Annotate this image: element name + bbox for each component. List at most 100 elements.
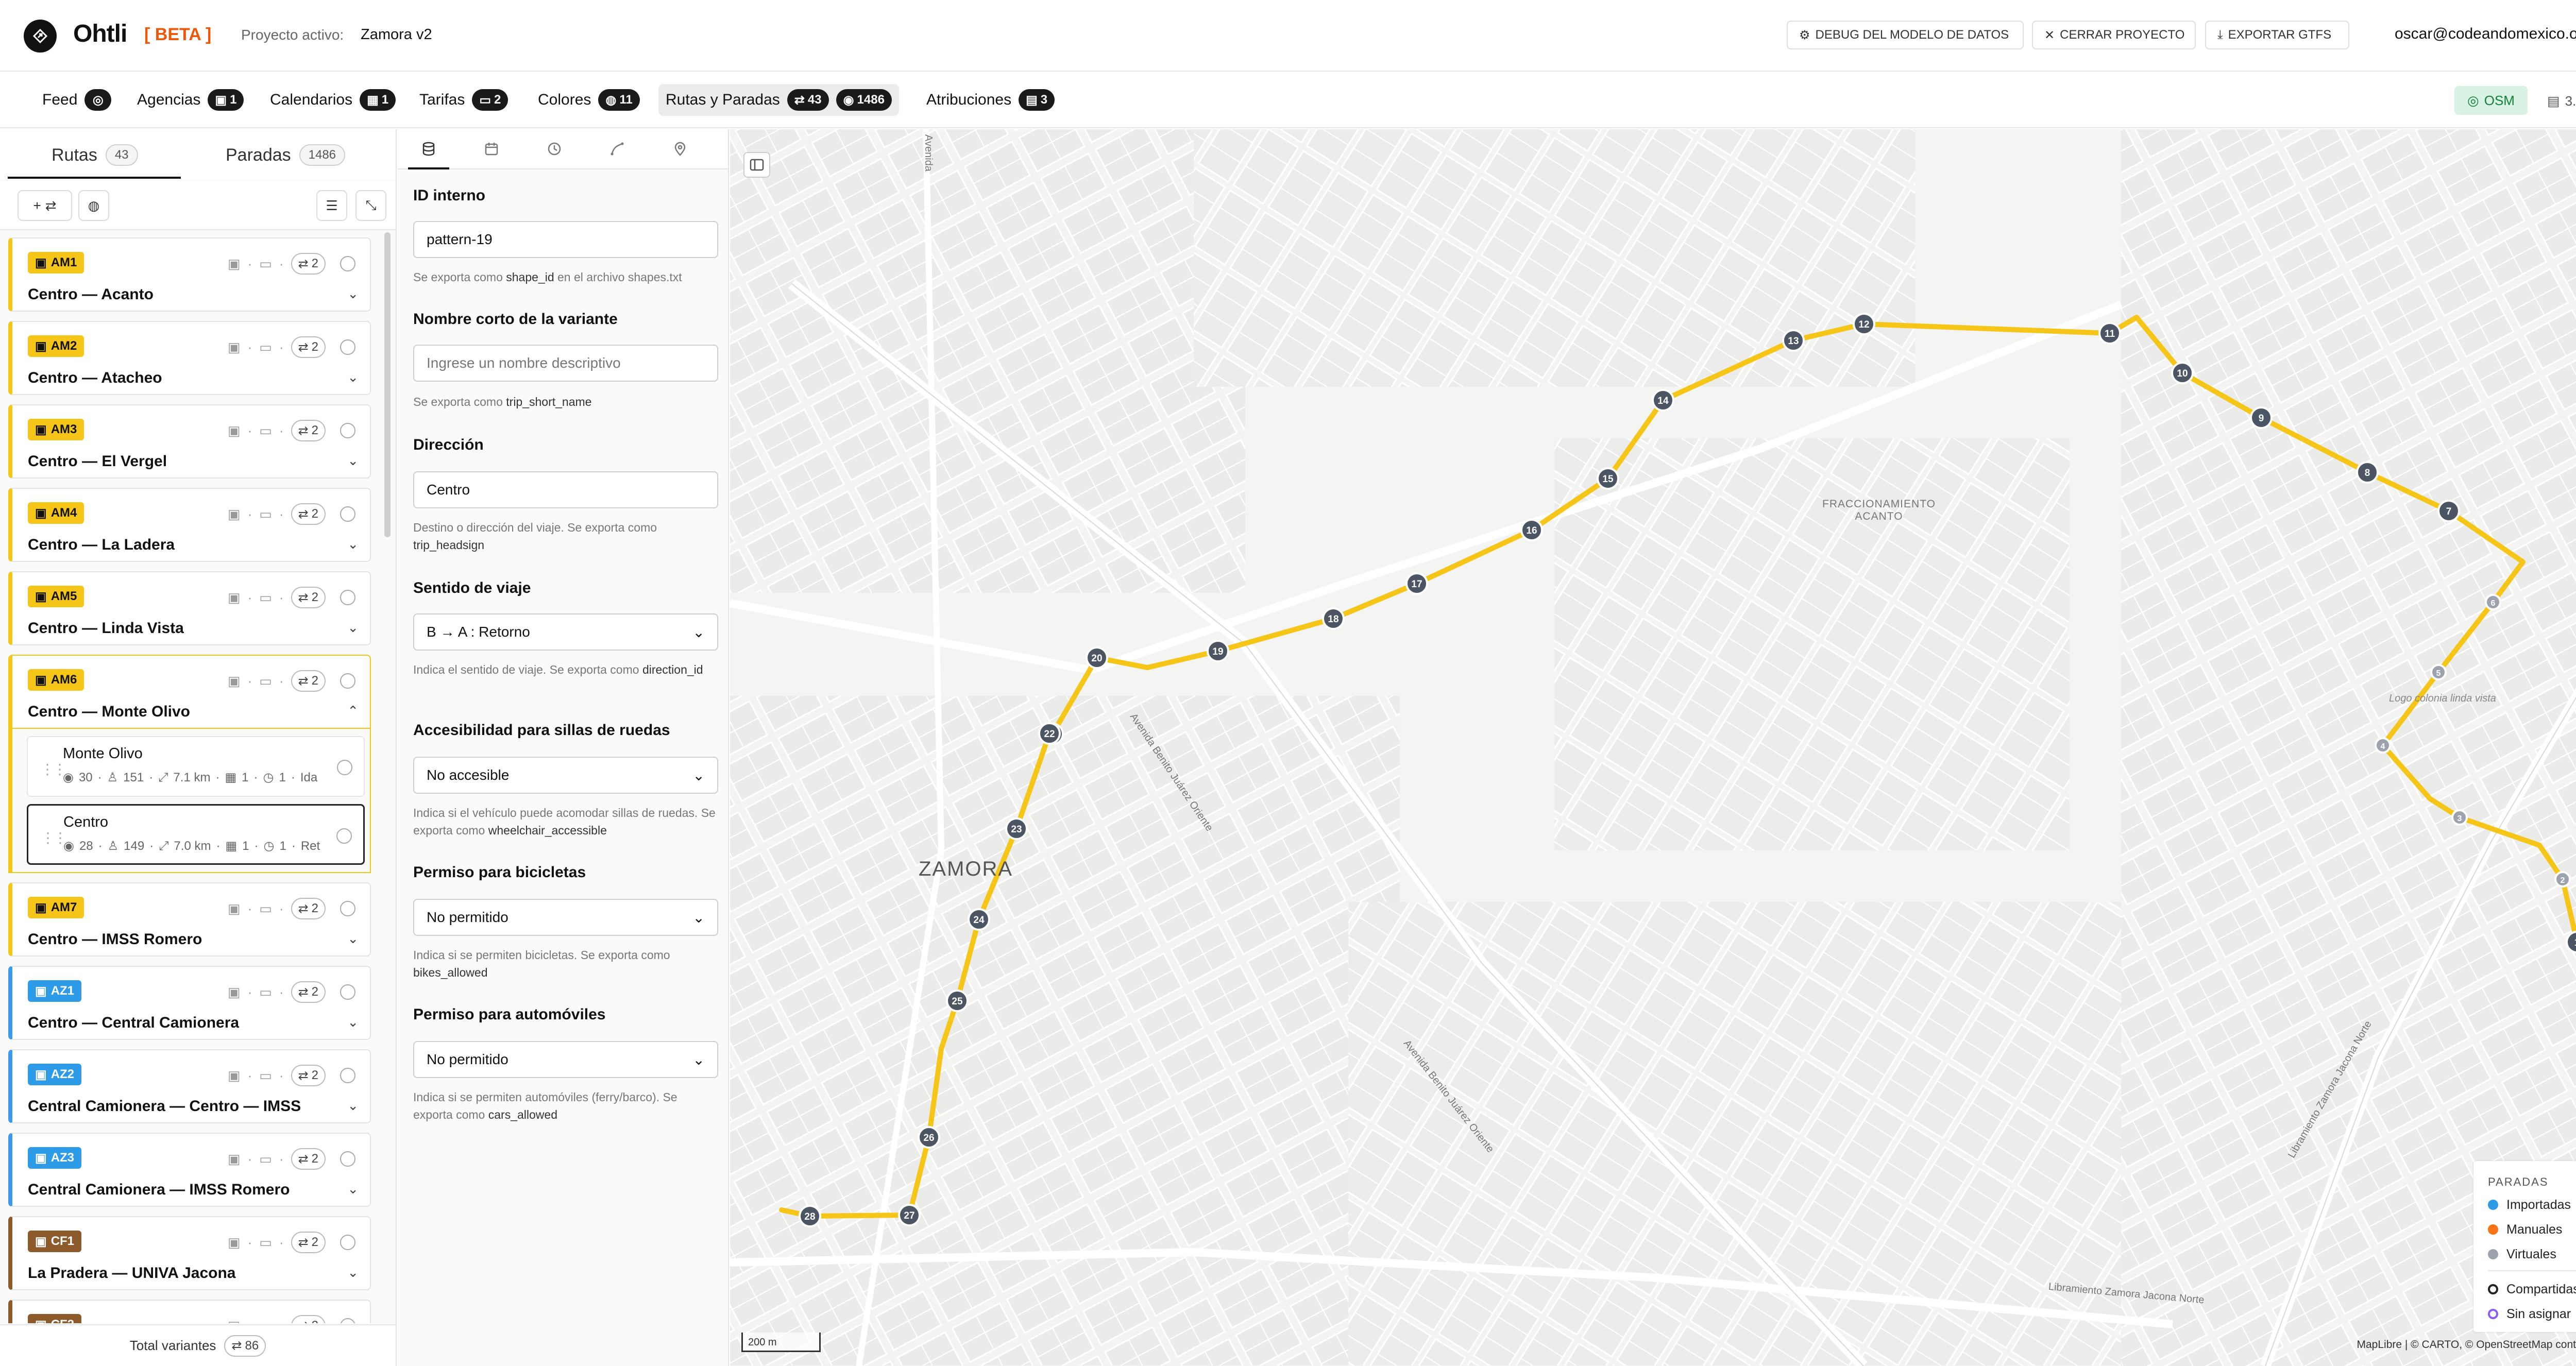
color-filter-button[interactable]: ◍ xyxy=(78,190,109,221)
tab-atribuciones[interactable]: Atribuciones ▤ 3 xyxy=(919,84,1062,116)
stop-marker[interactable]: 28 xyxy=(799,1205,821,1227)
variant-select-radio[interactable] xyxy=(336,828,352,844)
variant-select-radio[interactable] xyxy=(337,760,352,775)
stop-marker[interactable]: 9 xyxy=(2250,406,2273,429)
stop-marker[interactable]: 14 xyxy=(1652,389,1674,412)
stop-marker[interactable]: 12 xyxy=(1853,313,1875,335)
stop-marker[interactable]: 23 xyxy=(1005,817,1028,840)
stop-marker[interactable]: 16 xyxy=(1520,519,1543,541)
stop-marker[interactable]: 27 xyxy=(898,1204,921,1226)
variant-item[interactable]: ⋮⋮ Centro ◉ 28 · ♙ 149 · ⤢ 7.0 km · ▦ 1 · ◷ 1 · Ret xyxy=(27,804,365,865)
map-attribution[interactable]: MapLibre | © CARTO, © OpenStreetMap cont… xyxy=(2357,1339,2576,1351)
route-select-radio[interactable] xyxy=(340,901,355,916)
chevron-down-icon[interactable]: ⌄ xyxy=(347,1098,359,1114)
stop-marker[interactable]: 15 xyxy=(1597,467,1619,490)
route-select-radio[interactable] xyxy=(340,339,355,355)
stop-marker[interactable]: 20 xyxy=(1086,646,1108,669)
route-select-radio[interactable] xyxy=(340,1151,355,1167)
stop-marker[interactable]: 26 xyxy=(918,1126,940,1149)
close-project-button[interactable]: ✕ CERRAR PROYECTO xyxy=(2032,21,2196,49)
stop-marker[interactable]: 25 xyxy=(946,989,969,1012)
route-card[interactable]: ▣ AM4 ▣ · ▭ · ⇄ 2 Centro — La Ladera ⌄ xyxy=(8,488,371,562)
scrollbar[interactable] xyxy=(384,232,391,537)
calendar-icon[interactable] xyxy=(476,139,507,159)
osm-toggle[interactable]: ◎ OSM xyxy=(2454,86,2528,115)
stop-marker[interactable]: 13 xyxy=(1782,329,1805,352)
stop-marker[interactable]: 10 xyxy=(2171,362,2194,384)
tab-colores[interactable]: Colores ◍ 11 xyxy=(531,84,647,116)
route-card[interactable]: ▣ AM2 ▣ · ▭ · ⇄ 2 Centro — Atacheo ⌄ xyxy=(8,321,371,395)
travel-sense-select[interactable]: B → A : Retorno ⌄ xyxy=(413,613,718,651)
stop-marker[interactable]: 4 xyxy=(2375,737,2391,754)
wheelchair-select[interactable]: No accesible ⌄ xyxy=(413,757,718,794)
filter-button[interactable]: ☰ xyxy=(316,190,347,221)
route-card[interactable]: ▣ AZ2 ▣ · ▭ · ⇄ 2 Central Camionera — Centro — I… xyxy=(8,1049,371,1123)
export-gtfs-button[interactable]: ⤓ EXPORTAR GTFS xyxy=(2205,21,2349,49)
database-icon[interactable] xyxy=(413,139,444,159)
tab-agencias[interactable]: Agencias ▣ 1 xyxy=(130,84,251,116)
stop-marker[interactable]: 19 xyxy=(1207,640,1229,662)
route-card[interactable]: ▣ AM1 ▣ · ▭ · ⇄ 2 Centro — Acanto ⌄ xyxy=(8,237,371,312)
short-name-input[interactable]: Ingrese un nombre descriptivo xyxy=(413,345,718,382)
stop-marker[interactable]: 24 xyxy=(968,908,990,931)
stop-marker[interactable]: 3 xyxy=(2451,809,2468,826)
route-card[interactable]: ▣ AM5 ▣ · ▭ · ⇄ 2 Centro — Linda Vista ⌄ xyxy=(8,571,371,645)
route-select-radio[interactable] xyxy=(340,1068,355,1083)
clock-icon[interactable] xyxy=(539,139,570,159)
app-logo[interactable] xyxy=(24,20,57,53)
chevron-down-icon[interactable]: ⌄ xyxy=(347,1181,359,1197)
tab-rutas-paradas[interactable]: Rutas y Paradas ⇄ 43 ◉ 1486 xyxy=(658,84,899,116)
route-card[interactable]: ▣ CF1 ▣ · ▭ · ⇄ 2 La Pradera — UNIVA Jacona ⌄ xyxy=(8,1216,371,1290)
stop-marker[interactable]: 22 xyxy=(1038,722,1061,745)
stop-marker[interactable]: 6 xyxy=(2485,594,2501,610)
route-card[interactable]: ▣ AM3 ▣ · ▭ · ⇄ 2 Centro — El Vergel ⌄ xyxy=(8,404,371,479)
user-email[interactable]: oscar@codeandomexico.org xyxy=(2395,25,2576,43)
tab-paradas[interactable]: Paradas 1486 xyxy=(226,143,346,167)
route-select-radio[interactable] xyxy=(340,984,355,1000)
debug-model-button[interactable]: ⚙ DEBUG DEL MODELO DE DATOS xyxy=(1787,21,2024,49)
chevron-down-icon[interactable]: ⌄ xyxy=(347,369,359,385)
tab-rutas[interactable]: Rutas 43 xyxy=(52,143,138,167)
stop-marker[interactable]: 2 xyxy=(2554,871,2571,887)
sidebar-toggle-button[interactable] xyxy=(743,152,770,178)
route-select-radio[interactable] xyxy=(340,590,355,605)
shape-path-icon[interactable] xyxy=(602,139,633,159)
chevron-down-icon[interactable]: ⌄ xyxy=(347,453,359,469)
stop-marker[interactable]: 5 xyxy=(2430,664,2447,680)
add-route-button[interactable]: + ⇄ xyxy=(18,190,72,221)
drag-handle-icon[interactable]: ⋮⋮ xyxy=(40,761,67,778)
drag-handle-icon[interactable]: ⋮⋮ xyxy=(41,829,67,846)
cars-select[interactable]: No permitido ⌄ xyxy=(413,1041,718,1078)
route-card[interactable]: ▣ AM6 ▣ · ▭ · ⇄ 2 Centro — Monte Olivo ⌃ xyxy=(8,655,371,729)
chevron-down-icon[interactable]: ⌄ xyxy=(347,286,359,302)
direction-input[interactable]: Centro xyxy=(413,471,718,508)
map-canvas[interactable]: 1234567891011121314151617181920212223242… xyxy=(730,129,2576,1366)
route-select-radio[interactable] xyxy=(340,256,355,271)
bikes-select[interactable]: No permitido ⌄ xyxy=(413,899,718,936)
route-card[interactable]: ▣ AZ3 ▣ · ▭ · ⇄ 2 Central Camionera — IMSS Romer… xyxy=(8,1133,371,1207)
stop-marker[interactable]: 17 xyxy=(1405,572,1428,595)
chevron-down-icon[interactable]: ⌄ xyxy=(347,1265,359,1280)
stop-marker[interactable]: 8 xyxy=(2356,461,2379,484)
route-select-radio[interactable] xyxy=(340,1235,355,1250)
chevron-down-icon[interactable]: ⌄ xyxy=(347,931,359,947)
tab-tarifas[interactable]: Tarifas ▭ 2 xyxy=(412,84,515,116)
tab-feed[interactable]: Feed ◎ xyxy=(35,84,118,116)
map-view[interactable]: 1234567891011121314151617181920212223242… xyxy=(730,129,2576,1366)
route-card[interactable]: ▣ AM7 ▣ · ▭ · ⇄ 2 Centro — IMSS Romero ⌄ xyxy=(8,882,371,957)
chevron-down-icon[interactable]: ⌄ xyxy=(347,536,359,552)
collapse-all-button[interactable]: ⤡ xyxy=(355,190,386,221)
tab-calendarios[interactable]: Calendarios ▦ 1 xyxy=(263,84,403,116)
route-select-radio[interactable] xyxy=(340,1318,355,1323)
chevron-up-icon[interactable]: ⌃ xyxy=(347,703,359,719)
map-pin-icon[interactable] xyxy=(665,139,696,159)
internal-id-input[interactable]: pattern-19 xyxy=(413,221,718,258)
route-card[interactable]: ▣ AZ1 ▣ · ▭ · ⇄ 2 Centro — Central Camionera ⌄ xyxy=(8,966,371,1040)
stop-marker[interactable]: 7 xyxy=(2437,500,2460,522)
stop-marker[interactable]: 18 xyxy=(1322,607,1345,630)
route-select-radio[interactable] xyxy=(340,506,355,522)
stop-marker[interactable]: 11 xyxy=(2098,322,2121,345)
chevron-down-icon[interactable]: ⌄ xyxy=(347,1014,359,1030)
variant-item[interactable]: ⋮⋮ Monte Olivo ◉ 30 · ♙ 151 · ⤢ 7.1 km · ▦ 1 · ◷ 1 · Ida xyxy=(27,736,365,797)
route-card[interactable]: ▣CF2▣·▭·⇄2⌄ xyxy=(8,1300,371,1323)
